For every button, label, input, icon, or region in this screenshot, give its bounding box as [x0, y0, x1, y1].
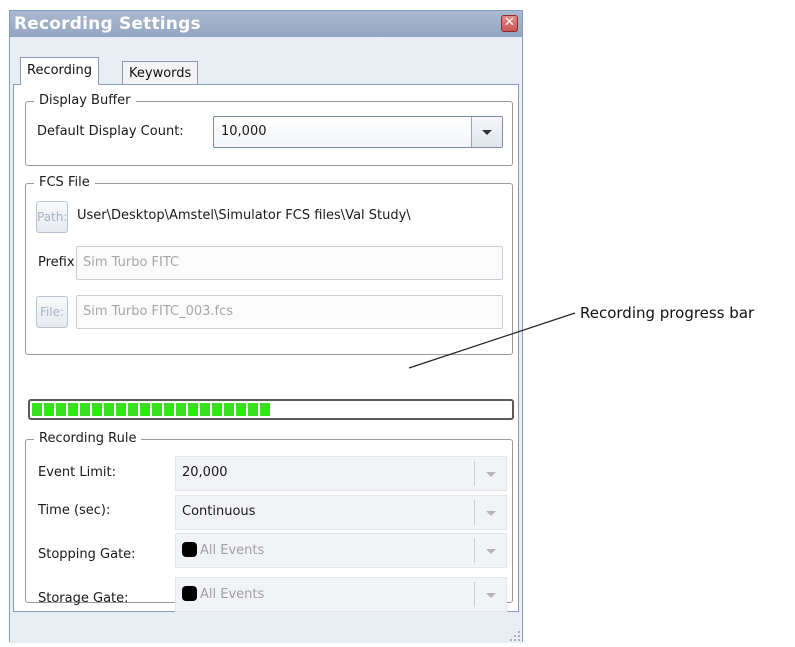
tab-recording[interactable]: Recording: [20, 57, 100, 85]
annotation-leader-line: [408, 312, 576, 369]
annotation-label: Recording progress bar: [580, 304, 755, 322]
tab-recording-label: Recording: [27, 63, 93, 78]
